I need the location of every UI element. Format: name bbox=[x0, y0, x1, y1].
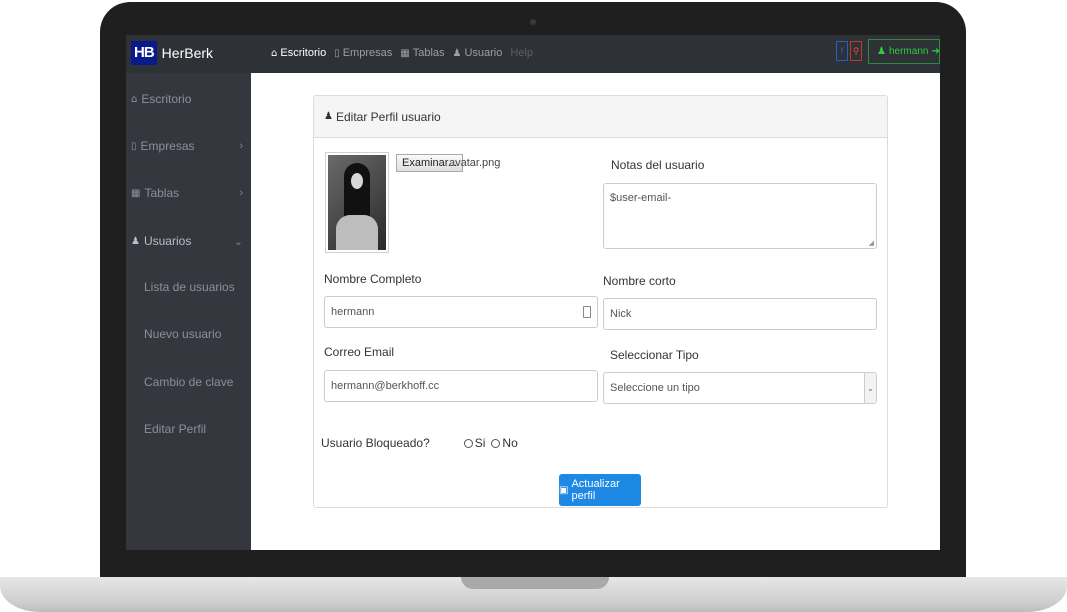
notes-textarea[interactable]: $user-email- ◢ bbox=[603, 183, 877, 249]
type-label: Seleccionar Tipo bbox=[610, 348, 699, 362]
top-navbar: HB HerBerk ⌂ Escritorio ▯ Empresas ▦ Tablas… bbox=[126, 35, 940, 73]
laptop-chin bbox=[100, 550, 966, 580]
brand-logo: HB bbox=[131, 41, 157, 65]
nav-help[interactable]: Help bbox=[510, 47, 533, 59]
laptop-notch bbox=[461, 577, 609, 589]
fullname-value: hermann bbox=[331, 306, 375, 318]
card-header: ♟ Editar Perfil usuario bbox=[314, 96, 887, 138]
chevron-right-icon: › bbox=[239, 187, 243, 199]
type-select[interactable]: Seleccione un tipo ⌄ bbox=[603, 372, 877, 404]
user-icon: ♟ bbox=[131, 235, 140, 247]
avatar-face bbox=[351, 173, 363, 189]
sidebar: ⌂ Escritorio ▯ Empresas › ▦ Tablas › ♟ Usuario… bbox=[126, 73, 251, 550]
email-label: Correo Email bbox=[324, 345, 395, 359]
selected-filename: avatar.png bbox=[449, 157, 501, 169]
radio-label: Si bbox=[474, 436, 486, 450]
card-title: Editar Perfil usuario bbox=[335, 109, 441, 124]
avatar bbox=[325, 152, 389, 253]
fullname-input[interactable]: hermann bbox=[324, 296, 598, 328]
shortname-label: Nombre corto bbox=[603, 274, 676, 288]
nav-label: Help bbox=[510, 47, 533, 59]
submit-label: Actualizar perfil bbox=[571, 478, 620, 502]
sidebar-item-label: Empresas bbox=[140, 139, 195, 153]
brand[interactable]: HB HerBerk bbox=[131, 41, 213, 65]
facebook-icon[interactable]: f bbox=[836, 41, 848, 61]
nav-escritorio[interactable]: ⌂ Escritorio bbox=[271, 47, 326, 59]
shortname-value: Nick bbox=[610, 308, 632, 320]
email-input[interactable]: hermann@berkhoff.cc bbox=[324, 370, 598, 402]
building-icon: ▯ bbox=[131, 140, 137, 152]
sidebar-sub-nuevo-usuario[interactable]: Nuevo usuario bbox=[144, 327, 221, 341]
sidebar-sub-lista-usuarios[interactable]: Lista de usuarios bbox=[144, 280, 235, 294]
shortname-input[interactable]: Nick bbox=[603, 298, 877, 330]
blocked-yes-radio[interactable]: Si bbox=[463, 436, 486, 450]
sidebar-item-label: Escritorio bbox=[141, 92, 192, 106]
sidebar-item-tablas[interactable]: ▦ Tablas › bbox=[126, 183, 251, 203]
nav-label: Escritorio bbox=[280, 47, 327, 59]
chevron-right-icon: › bbox=[239, 140, 243, 152]
nav-label: Tablas bbox=[412, 47, 445, 59]
social-links: f ⚲ bbox=[836, 41, 862, 61]
sidebar-item-usuarios[interactable]: ♟ Usuarios ⌄ bbox=[126, 231, 251, 251]
profile-card: ♟ Editar Perfil usuario Examinar... avat… bbox=[313, 95, 888, 508]
user-icon: ♟ bbox=[452, 47, 462, 59]
avatar-body bbox=[336, 215, 378, 250]
brand-name: HerBerk bbox=[161, 45, 214, 61]
sidebar-item-label: Usuarios bbox=[143, 234, 192, 248]
chevron-down-icon: ⌄ bbox=[864, 373, 876, 403]
fullname-label: Nombre Completo bbox=[324, 272, 422, 286]
notes-value: $user-email- bbox=[610, 192, 672, 204]
notes-label: Notas del usuario bbox=[611, 158, 705, 172]
table-icon: ▦ bbox=[400, 47, 410, 59]
sign-out-icon: ➜ bbox=[931, 46, 940, 57]
radio-circle-icon bbox=[491, 438, 501, 448]
app-screen: HB HerBerk ⌂ Escritorio ▯ Empresas ▦ Tablas… bbox=[126, 35, 940, 550]
sidebar-item-escritorio[interactable]: ⌂ Escritorio bbox=[126, 89, 251, 109]
blocked-radio-group: Usuario Bloqueado? Si No bbox=[321, 436, 518, 450]
nav-label: Empresas bbox=[342, 47, 393, 59]
blocked-label: Usuario Bloqueado? bbox=[321, 436, 430, 450]
resize-grip-icon[interactable]: ◢ bbox=[869, 239, 874, 247]
dashboard-icon: ⌂ bbox=[271, 47, 278, 59]
avatar-image bbox=[328, 155, 386, 250]
map-marker-icon[interactable]: ⚲ bbox=[850, 41, 862, 61]
blocked-no-radio[interactable]: No bbox=[491, 436, 518, 450]
sidebar-sub-cambio-clave[interactable]: Cambio de clave bbox=[144, 375, 233, 389]
building-icon: ▯ bbox=[334, 47, 340, 59]
sidebar-item-empresas[interactable]: ▯ Empresas › bbox=[126, 136, 251, 156]
user-name: hermann bbox=[888, 46, 929, 57]
table-icon: ▦ bbox=[131, 187, 141, 199]
radio-circle-icon bbox=[463, 438, 473, 448]
nav-usuario[interactable]: ♟ Usuario bbox=[453, 47, 503, 59]
top-nav: ⌂ Escritorio ▯ Empresas ▦ Tablas ♟ Usuario H… bbox=[271, 47, 533, 59]
user-icon: ♟ bbox=[324, 111, 333, 122]
email-value: hermann@berkhoff.cc bbox=[331, 380, 440, 392]
save-icon: ▣ bbox=[559, 484, 569, 496]
dashboard-icon: ⌂ bbox=[131, 93, 138, 105]
chevron-down-icon: ⌄ bbox=[233, 235, 243, 248]
nav-empresas[interactable]: ▯ Empresas bbox=[334, 47, 392, 59]
user-tie-icon: ♟ bbox=[877, 46, 886, 57]
sidebar-item-label: Tablas bbox=[144, 186, 180, 200]
sidebar-sub-editar-perfil[interactable]: Editar Perfil bbox=[144, 422, 206, 436]
nav-tablas[interactable]: ▦ Tablas bbox=[400, 47, 444, 59]
radio-label: No bbox=[502, 436, 518, 450]
user-menu-button[interactable]: ♟ hermann ➜ bbox=[868, 39, 940, 64]
nav-label: Usuario bbox=[464, 47, 503, 59]
type-value: Seleccione un tipo bbox=[610, 382, 700, 394]
contact-card-icon bbox=[583, 306, 591, 318]
update-profile-button[interactable]: ▣ Actualizar perfil bbox=[559, 474, 641, 506]
camera bbox=[530, 19, 536, 25]
